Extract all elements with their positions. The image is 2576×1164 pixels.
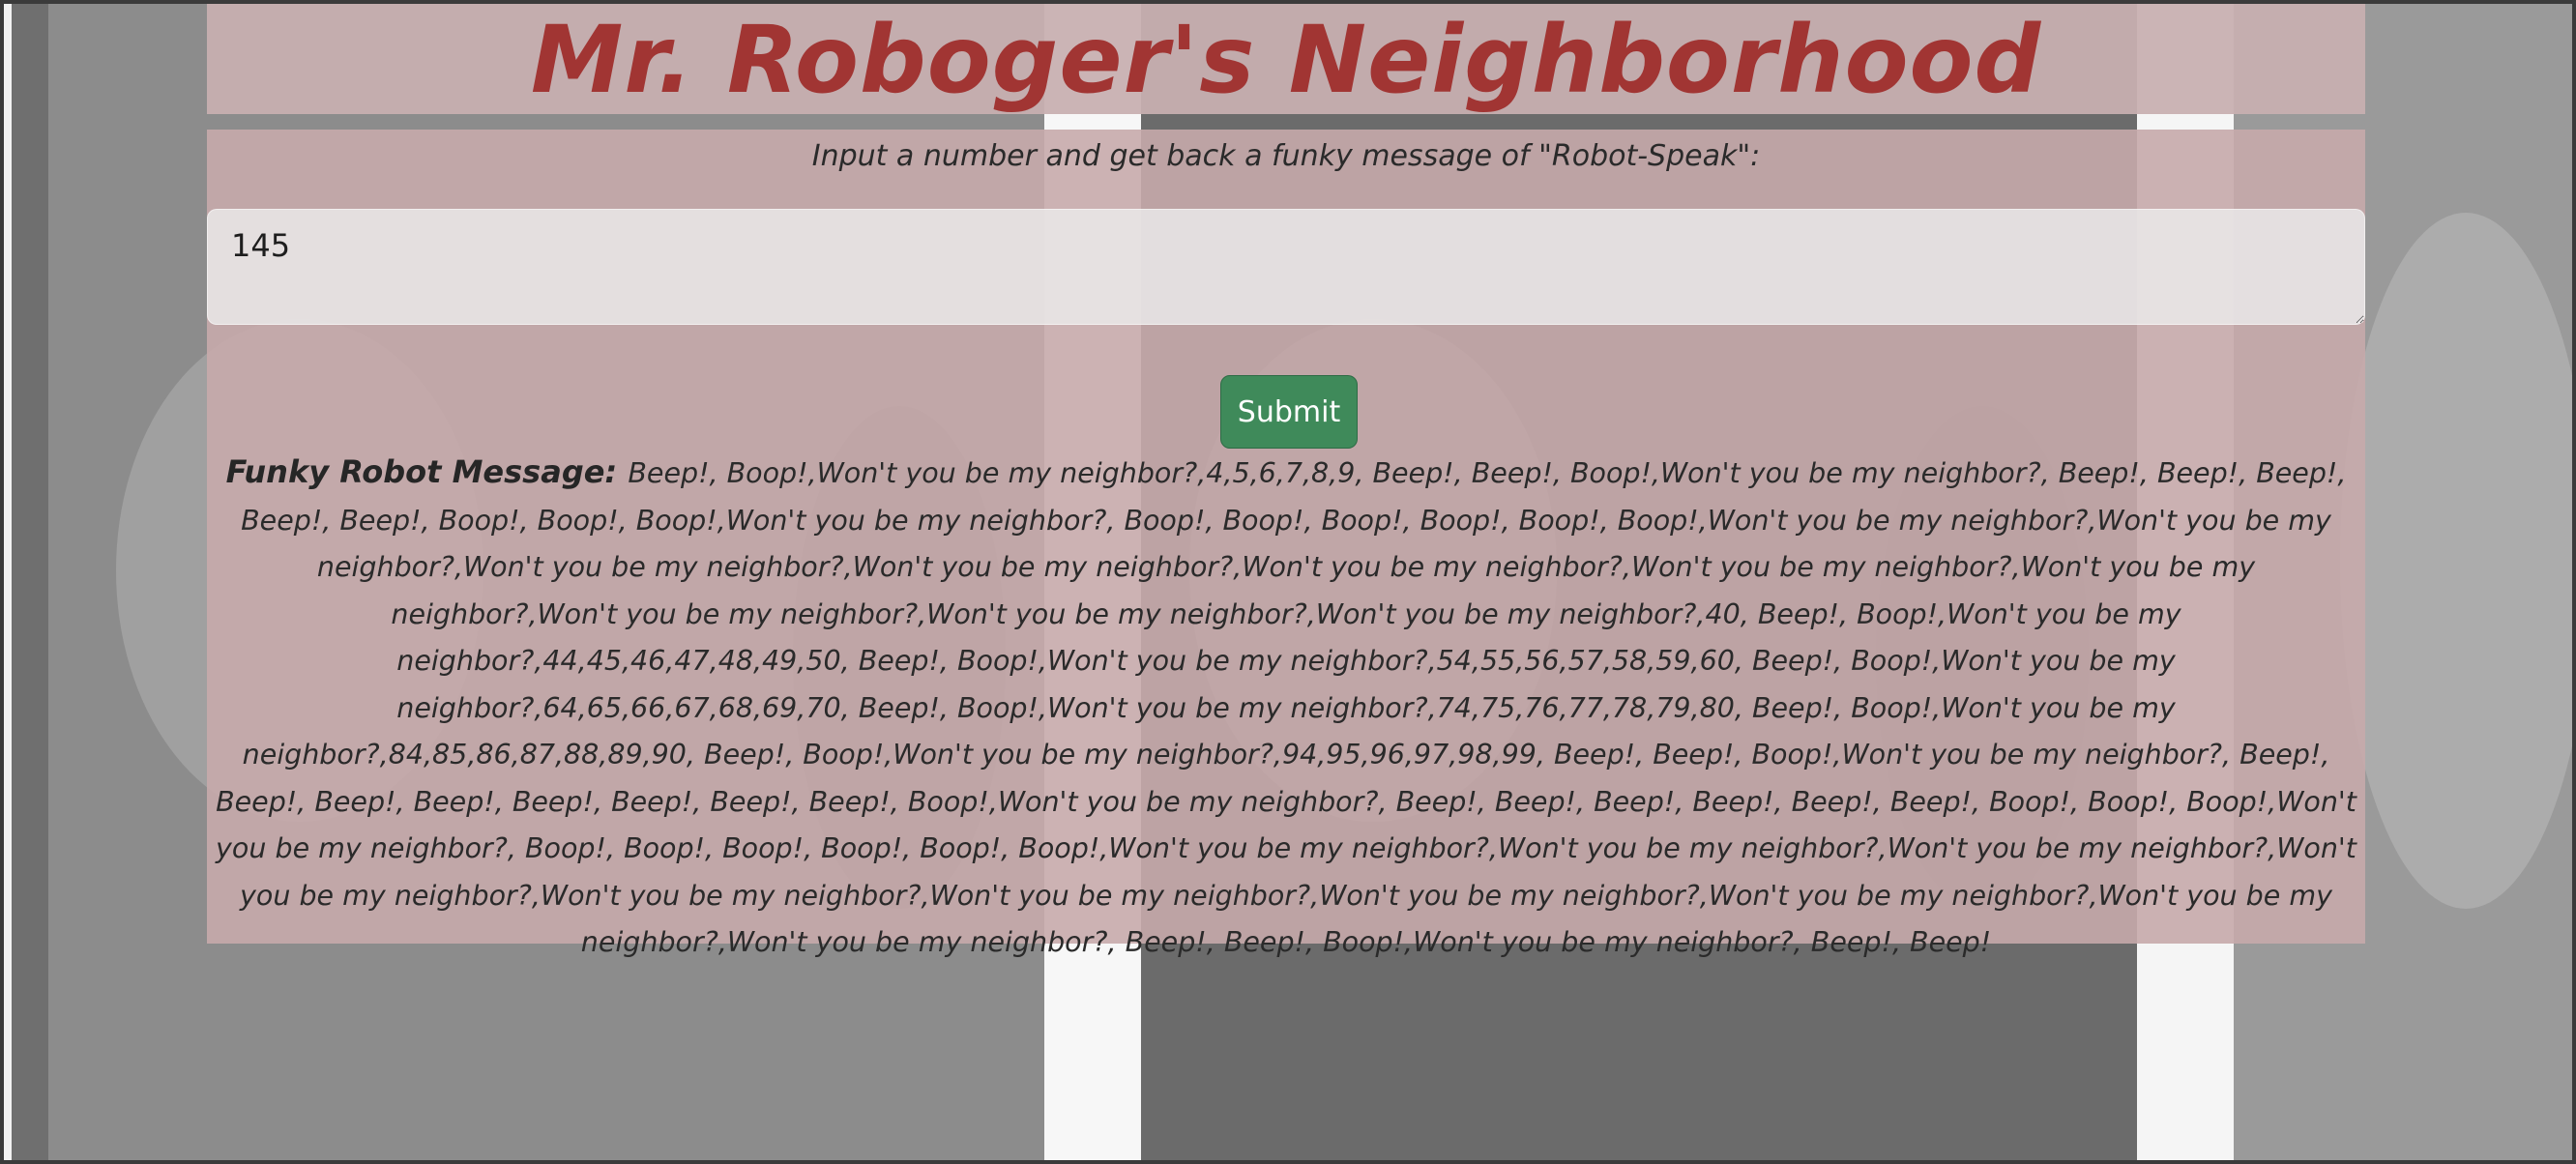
number-input[interactable]: [207, 209, 2365, 325]
robot-speak-panel: Input a number and get back a funky mess…: [207, 130, 2365, 958]
robot-message-label: Funky Robot Message:: [225, 453, 629, 490]
input-prompt: Input a number and get back a funky mess…: [811, 139, 1761, 173]
robot-message-output: Funky Robot Message: Beep!, Boop!,Won't …: [207, 449, 2365, 967]
page-title: Mr. Roboger's Neighborhood: [530, 6, 2042, 114]
page-header: Mr. Roboger's Neighborhood: [207, 4, 2365, 114]
robot-message-text: Beep!, Boop!,Won't you be my neighbor?,4…: [216, 457, 2356, 958]
submit-button[interactable]: Submit: [1220, 375, 1358, 449]
